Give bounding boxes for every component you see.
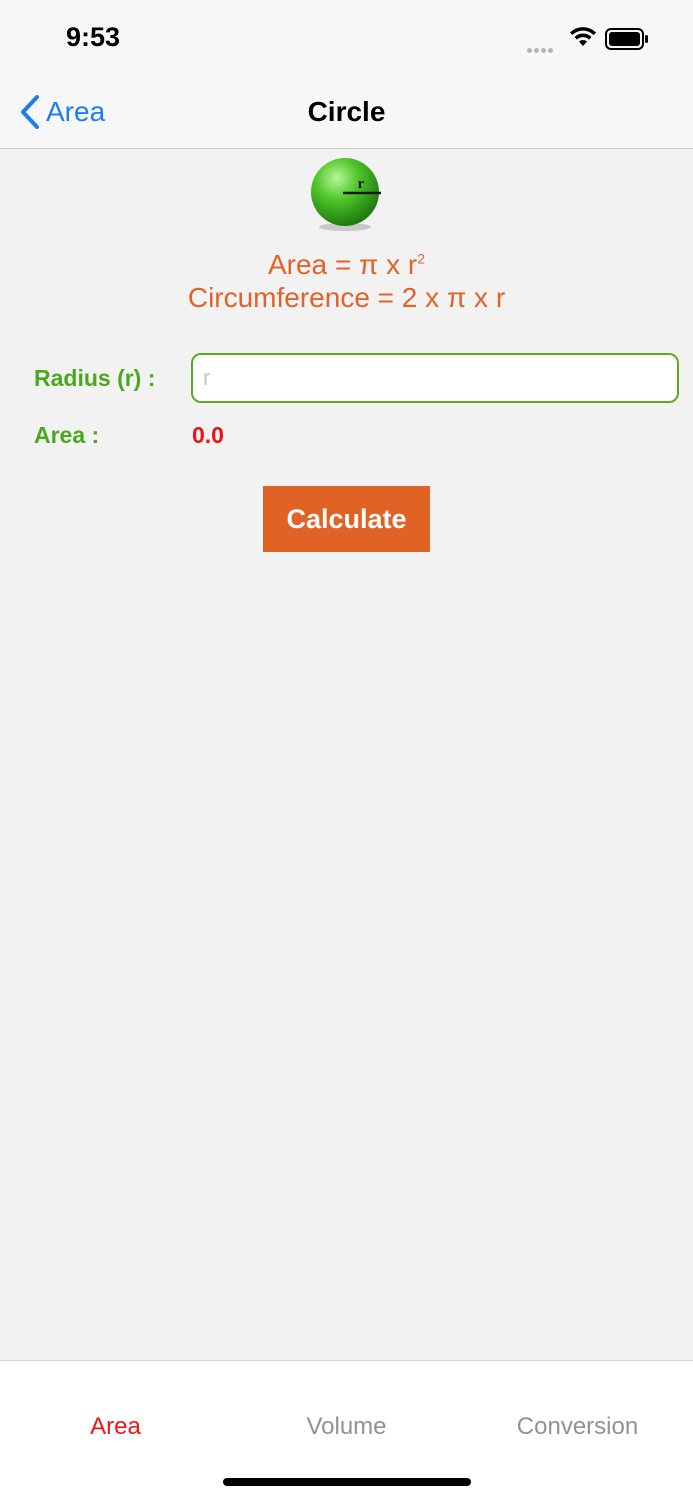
wifi-icon xyxy=(570,27,596,46)
tab-conversion[interactable]: Conversion xyxy=(462,1413,693,1441)
tab-volume[interactable]: Volume xyxy=(231,1413,462,1441)
status-icons xyxy=(527,26,657,53)
area-label: Area : xyxy=(34,422,100,448)
signal-dots-icon xyxy=(527,40,555,58)
area-result-value: 0.0 xyxy=(192,422,224,448)
main-content: r Area = π x r2 Circumference = 2 x π x … xyxy=(0,149,693,1360)
circumference-formula: Circumference = 2 x π x r xyxy=(187,282,506,313)
status-bar: 9:53 xyxy=(0,0,693,76)
radius-label: Radius (r) : xyxy=(34,365,156,391)
calculate-button[interactable]: Calculate xyxy=(263,486,430,552)
home-indicator[interactable] xyxy=(223,1478,471,1486)
tab-area[interactable]: Area xyxy=(0,1413,231,1441)
battery-icon xyxy=(605,28,648,50)
radius-input[interactable] xyxy=(191,353,679,403)
area-formula-exponent: 2 xyxy=(417,250,426,267)
ball-radius-label: r xyxy=(358,176,365,192)
page-title: Circle xyxy=(307,96,386,127)
status-time: 9:53 xyxy=(66,22,121,52)
navigation-bar: Area Circle xyxy=(0,76,693,149)
tab-bar: Area Volume Conversion xyxy=(0,1360,693,1501)
circle-ball-icon: r xyxy=(311,158,381,231)
area-formula: Area = π x r2 xyxy=(0,249,693,281)
area-formula-text: Area = π x r xyxy=(267,249,418,280)
